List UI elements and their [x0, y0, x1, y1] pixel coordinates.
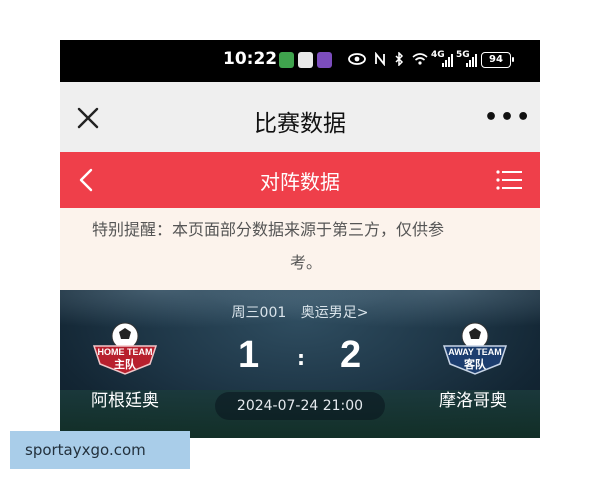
battery-indicator: 94	[481, 52, 514, 68]
status-bar: 10:22 4G 5G 94	[60, 40, 540, 82]
phone-screen: 10:22 4G 5G 94 比赛数据 ••• 对阵数据 特别提醒：本页面部分数…	[60, 40, 540, 438]
section-title: 对阵数据	[260, 170, 340, 194]
wifi-icon	[412, 53, 428, 65]
home-team-badge[interactable]: HOME TEAM 主队	[90, 320, 160, 378]
away-team-badge[interactable]: AWAY TEAM 客队	[440, 320, 510, 378]
eye-icon	[348, 52, 366, 65]
app-notification-icon	[298, 52, 313, 68]
watermark: sportayxgo.com	[10, 431, 190, 469]
away-badge-text: AWAY TEAM	[448, 347, 502, 357]
status-time: 10:22	[223, 49, 278, 69]
home-badge-label: 主队	[114, 357, 137, 371]
home-team-name[interactable]: 阿根廷奥	[70, 386, 180, 411]
more-icon[interactable]: •••	[484, 107, 532, 129]
title-bar: 比赛数据 •••	[60, 82, 540, 152]
league-link[interactable]: 奥运男足>	[301, 305, 369, 321]
notice-line-2: 考。	[289, 253, 322, 272]
signal-icon	[466, 54, 477, 67]
app-notification-icon	[279, 52, 294, 68]
match-card: 周三001 奥运男足> HOME TEAM 主队 AWAY TEAM 客队 1 …	[60, 290, 540, 438]
list-icon[interactable]	[496, 169, 522, 191]
notice-line-1: 特别提醒：本页面部分数据来源于第三方，仅供参	[92, 220, 445, 239]
away-badge-label: 客队	[463, 357, 487, 371]
disclaimer-notice: 特别提醒：本页面部分数据来源于第三方，仅供参 考。	[60, 208, 540, 290]
away-team-name[interactable]: 摩洛哥奥	[418, 386, 528, 411]
signal-icon	[442, 54, 453, 67]
match-info: 周三001 奥运男足>	[60, 302, 540, 322]
page-title: 比赛数据	[254, 111, 346, 137]
score-separator: :	[297, 346, 305, 370]
nfc-icon	[375, 50, 386, 67]
status-icons	[348, 50, 428, 67]
app-notification-icon	[317, 52, 332, 68]
section-header: 对阵数据	[60, 152, 540, 208]
bluetooth-icon	[395, 50, 404, 67]
match-datetime: 2024-07-24 21:00	[215, 392, 385, 420]
match-code: 周三001	[231, 305, 287, 321]
away-score: 2	[340, 334, 362, 376]
home-badge-text: HOME TEAM	[98, 347, 153, 357]
home-score: 1	[238, 334, 260, 376]
